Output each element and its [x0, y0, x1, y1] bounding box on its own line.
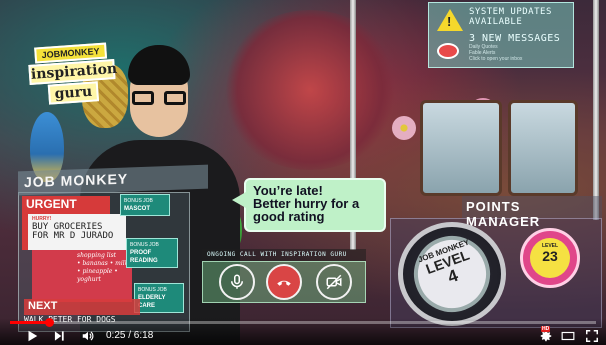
toggle-video-button[interactable] — [316, 264, 352, 300]
bus-window — [420, 100, 502, 196]
bonus-job-label: BONUS JOB — [130, 242, 159, 248]
new-messages-count: 3 NEW MESSAGES — [469, 33, 561, 44]
microphone-icon — [231, 274, 243, 289]
phone-hangup-icon — [277, 280, 291, 286]
system-update-notification[interactable]: SYSTEM UPDATES AVAILABLE 3 NEW MESSAGES … — [428, 2, 574, 68]
fullscreen-button[interactable] — [584, 329, 600, 343]
play-button[interactable] — [24, 329, 40, 343]
inbox-hint: Click to open your inbox — [469, 56, 523, 62]
urgent-task: BUY GROCERIES FOR MR D JURADO — [32, 222, 114, 241]
urgent-job-card[interactable]: HURRY! BUY GROCERIES FOR MR D JURADO — [22, 214, 126, 250]
shopping-list-card[interactable]: shopping list • bananas • milk • pineapp… — [32, 250, 132, 302]
hd-badge: HD — [541, 326, 551, 332]
bonus-job-label: BONUS JOB — [124, 198, 153, 204]
glasses-icon — [132, 91, 186, 105]
bonus-job-proofreading[interactable]: BONUS JOB PROOF READING — [126, 238, 178, 268]
bonus-job-label: BONUS JOB — [138, 287, 167, 293]
next-video-button[interactable] — [52, 329, 66, 343]
bonus-job-elderly-care[interactable]: BONUS JOB ELDERLY CARE — [134, 283, 184, 313]
badge-value: 23 — [542, 248, 558, 264]
jobmonkey-logo: JOBMONKEY inspiration guru — [24, 40, 120, 106]
call-status-label: ONGOING CALL WITH INSPIRATION GURU — [202, 249, 366, 261]
logo-line-guru: guru — [47, 81, 100, 105]
rating-badge[interactable]: LEVEL 23 — [530, 238, 570, 278]
hang-up-button[interactable] — [266, 264, 302, 300]
flower-decoration — [392, 116, 416, 140]
message-icon — [437, 43, 459, 59]
bonus-job-mascot[interactable]: BONUS JOB MASCOT — [120, 194, 170, 216]
progress-bar[interactable] — [10, 318, 596, 327]
mute-microphone-button[interactable] — [219, 264, 255, 300]
speech-bubble: You’re late! Better hurry for a good rat… — [232, 178, 386, 232]
volume-icon — [82, 331, 94, 341]
fullscreen-icon — [586, 330, 598, 342]
volume-button[interactable] — [80, 329, 96, 343]
bus-pole — [593, 0, 599, 220]
skip-next-icon — [54, 331, 64, 341]
speech-line-3: good rating — [253, 209, 325, 224]
theater-mode-button[interactable] — [560, 329, 576, 343]
play-icon — [28, 330, 38, 342]
urgent-label: URGENT — [22, 196, 110, 214]
theater-mode-icon — [561, 331, 575, 341]
background-bus-interior — [220, 10, 400, 170]
update-title-line2: AVAILABLE — [469, 17, 523, 27]
update-title-line1: SYSTEM UPDATES — [469, 7, 552, 17]
presenter-hair — [128, 45, 190, 85]
shopping-list-items: • bananas • milk • pineapple • yoghurt — [77, 260, 129, 283]
bonus-job-task: MASCOT — [124, 206, 150, 212]
bonus-job-task: ELDERLY CARE — [138, 295, 166, 309]
warning-icon — [437, 9, 463, 31]
video-frame[interactable]: JOBMONKEY inspiration guru SYSTEM UPDATE… — [0, 0, 606, 345]
time-display: 0:25 / 6:18 — [106, 330, 154, 341]
next-job-label: NEXT — [24, 299, 140, 315]
video-off-icon — [326, 274, 342, 290]
bus-window — [508, 100, 578, 196]
shopping-list-title: shopping list — [77, 252, 117, 259]
bonus-job-task: PROOF READING — [130, 250, 158, 264]
progress-fill — [10, 321, 49, 324]
scrubber-handle[interactable] — [44, 318, 54, 327]
points-manager-title: POINTS MANAGER — [462, 196, 602, 229]
